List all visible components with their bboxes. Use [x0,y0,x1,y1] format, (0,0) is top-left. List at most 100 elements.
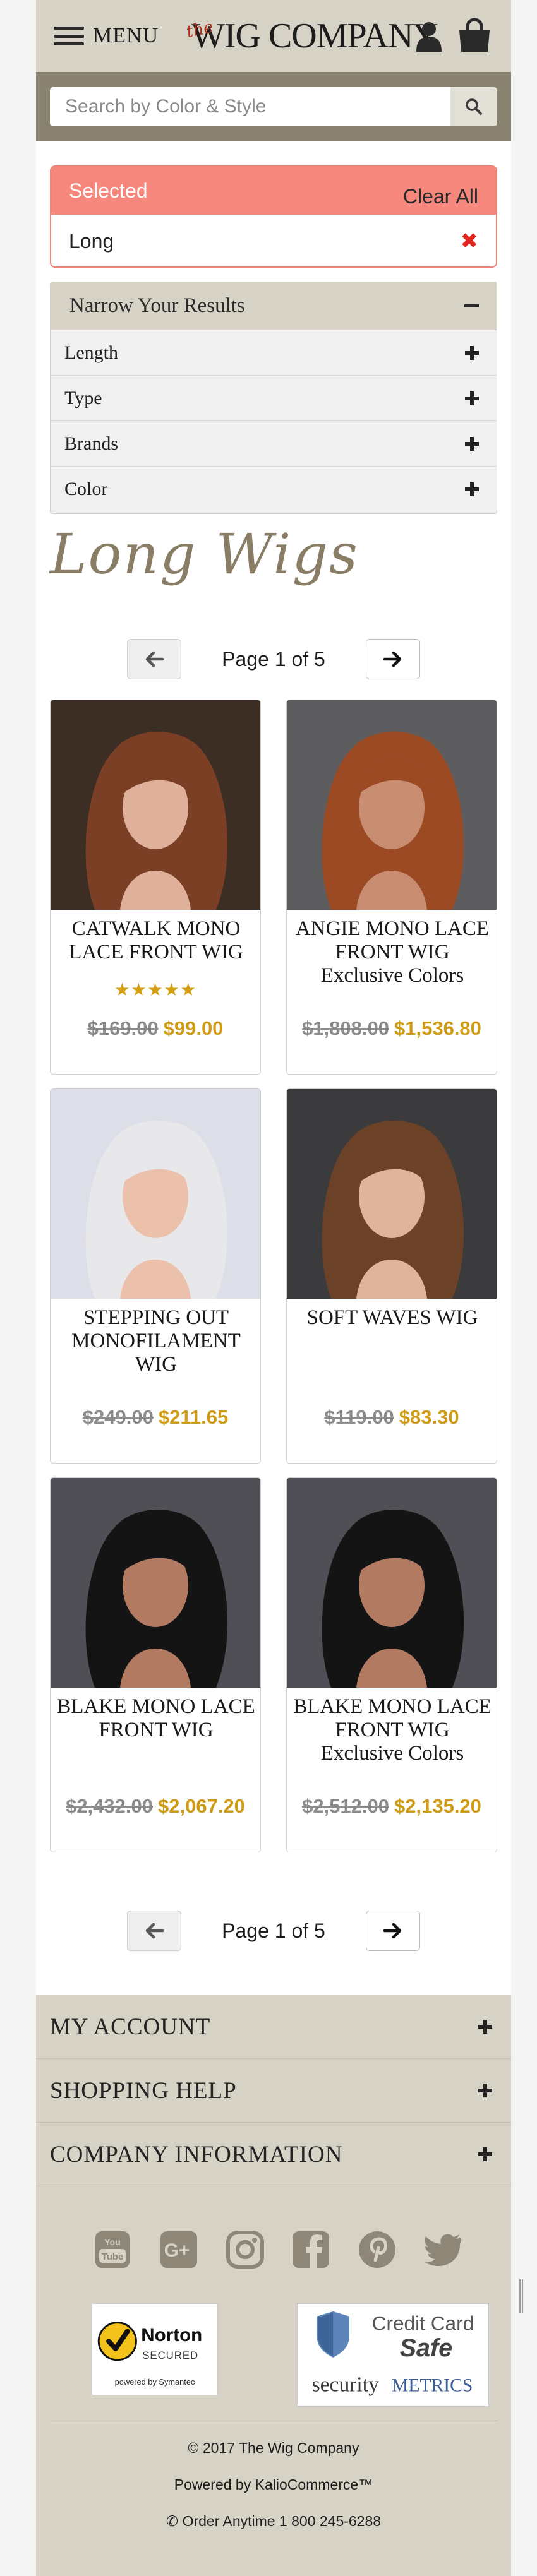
product-image[interactable] [51,1089,260,1299]
original-price: $169.00 [87,1017,159,1039]
original-price: $119.00 [324,1406,394,1428]
product-price: $249.00 $211.65 [51,1406,260,1429]
shopping-bag-icon[interactable] [457,18,492,53]
powered-by-link[interactable]: Powered by KalioCommerce™ [36,2476,511,2493]
selected-filter-item: Long ✖ [51,215,496,266]
product-name[interactable]: STEPPING OUT MONOFILAMENT WIG [56,1306,256,1376]
product-price: $1,808.00 $1,536.80 [287,1017,497,1040]
product-image[interactable] [287,1478,497,1688]
facet-label: Length [64,342,118,363]
order-phone-text: Order Anytime 1 800 245-6288 [182,2513,382,2529]
expand-plus-icon[interactable] [478,2020,492,2034]
sale-price: $211.65 [158,1406,229,1428]
remove-filter-icon[interactable]: ✖ [461,229,479,254]
credit-card-safe-badge[interactable]: Credit Card Safe security METRICS [297,2303,489,2407]
expand-plus-icon[interactable] [478,2084,492,2097]
facet-label: Brands [64,432,118,454]
pinterest-icon[interactable] [356,2229,398,2270]
product-card[interactable]: CATWALK MONO LACE FRONT WIG ★★★★★ $169.0… [50,700,261,1075]
product-price: $119.00 $83.30 [287,1406,497,1429]
footer-link-label: MY ACCOUNT [50,2013,211,2040]
menu-button[interactable]: MENU [54,21,159,51]
expand-plus-icon[interactable] [465,482,479,496]
facet-type[interactable]: Type [51,376,497,421]
sale-price: $83.30 [399,1406,459,1428]
instagram-icon[interactable] [224,2229,266,2270]
expand-plus-icon[interactable] [465,436,479,451]
arrow-left-icon [145,651,164,667]
product-name[interactable]: BLAKE MONO LACE FRONT WIG Exclusive Colo… [292,1695,493,1765]
footer-link-shopping-help[interactable]: SHOPPING HELP [36,2059,511,2123]
footer-link-my-account[interactable]: MY ACCOUNT [36,1995,511,2059]
product-name[interactable]: SOFT WAVES WIG [292,1306,493,1330]
product-price: $2,512.00 $2,135.20 [287,1795,497,1818]
product-name[interactable]: CATWALK MONO LACE FRONT WIG [56,917,256,964]
svg-text:G+: G+ [164,2240,190,2261]
product-name[interactable]: BLAKE MONO LACE FRONT WIG [56,1695,256,1742]
facet-brands[interactable]: Brands [51,421,497,467]
narrow-results-header[interactable]: Narrow Your Results [51,282,497,330]
expand-plus-icon[interactable] [465,391,479,405]
facet-length[interactable]: Length [51,330,497,376]
product-name[interactable]: ANGIE MONO LACE FRONT WIG Exclusive Colo… [292,917,493,987]
facet-color[interactable]: Color [51,467,497,512]
prev-page-button[interactable] [127,639,182,679]
site-logo[interactable]: the WIG COMPANY [184,14,438,58]
product-image[interactable] [51,700,260,910]
page-title: Long Wigs [50,522,359,587]
expand-plus-icon[interactable] [478,2147,492,2161]
arrow-right-icon [383,651,402,667]
selected-filter-label: Long [69,229,114,253]
twitter-icon[interactable] [423,2229,464,2270]
svg-text:Credit Card: Credit Card [372,2311,474,2334]
product-card[interactable]: BLAKE MONO LACE FRONT WIG $2,432.00 $2,06… [50,1477,261,1852]
product-price: $169.00 $99.00 [51,1017,260,1040]
next-page-button[interactable] [365,639,420,679]
product-image[interactable] [287,700,497,910]
sale-price: $1,536.80 [394,1017,481,1039]
footer-link-company-information[interactable]: COMPANY INFORMATION [36,2123,511,2186]
next-page-button[interactable] [365,1911,420,1951]
search-input[interactable] [50,87,450,126]
order-phone[interactable]: ✆ Order Anytime 1 800 245-6288 [36,2513,511,2530]
svg-text:Norton: Norton [141,2325,202,2346]
pagination-bottom: Page 1 of 5 [36,1909,511,1952]
google-plus-icon[interactable]: G+ [158,2229,200,2270]
product-card[interactable]: ANGIE MONO LACE FRONT WIG Exclusive Colo… [286,700,497,1075]
product-card[interactable]: STEPPING OUT MONOFILAMENT WIG $249.00 $21… [50,1088,261,1464]
footer-link-label: SHOPPING HELP [50,2077,237,2104]
product-card[interactable]: BLAKE MONO LACE FRONT WIG Exclusive Colo… [286,1477,497,1852]
narrow-results-title: Narrow Your Results [69,294,245,317]
original-price: $1,808.00 [302,1017,389,1039]
svg-text:Tube: Tube [102,2251,124,2262]
sale-price: $2,135.20 [394,1795,481,1817]
social-links: You Tube G+ [92,2229,464,2274]
arrow-right-icon [383,1923,402,1939]
svg-text:Safe: Safe [400,2334,452,2362]
logo-name-text: WIG COMPANY [191,16,438,56]
clear-all-link[interactable]: Clear All [403,185,478,208]
original-price: $2,432.00 [66,1795,153,1817]
facebook-icon[interactable] [290,2229,332,2270]
youtube-icon[interactable]: You Tube [92,2229,133,2270]
menu-label: MENU [93,24,159,47]
search-icon [466,98,482,115]
sale-price: $99.00 [163,1017,224,1039]
product-card[interactable]: SOFT WAVES WIG $119.00 $83.30 [286,1088,497,1464]
prev-page-button[interactable] [127,1911,182,1951]
narrow-results-panel: Narrow Your Results Length Type Brands C… [50,282,497,514]
footer-accordion: MY ACCOUNT SHOPPING HELP COMPANY INFORMA… [36,1995,511,2187]
collapse-minus-icon[interactable] [464,304,479,307]
expand-plus-icon[interactable] [465,345,479,360]
product-image[interactable] [287,1089,497,1299]
pagination-top: Page 1 of 5 [36,638,511,681]
footer-bottom: You Tube G+ Norton SECURED powered by Sy… [36,2187,511,2576]
facet-label: Color [64,479,108,499]
scroll-indicator[interactable] [519,2279,523,2313]
account-icon[interactable] [415,20,443,52]
norton-secured-badge[interactable]: Norton SECURED powered by Symantec [92,2303,218,2395]
product-image[interactable] [51,1478,260,1688]
copyright-text: © 2017 The Wig Company [188,2440,359,2456]
page: MENU the WIG COMPANY Selected Clear All [36,0,511,2576]
search-button[interactable] [450,87,497,126]
